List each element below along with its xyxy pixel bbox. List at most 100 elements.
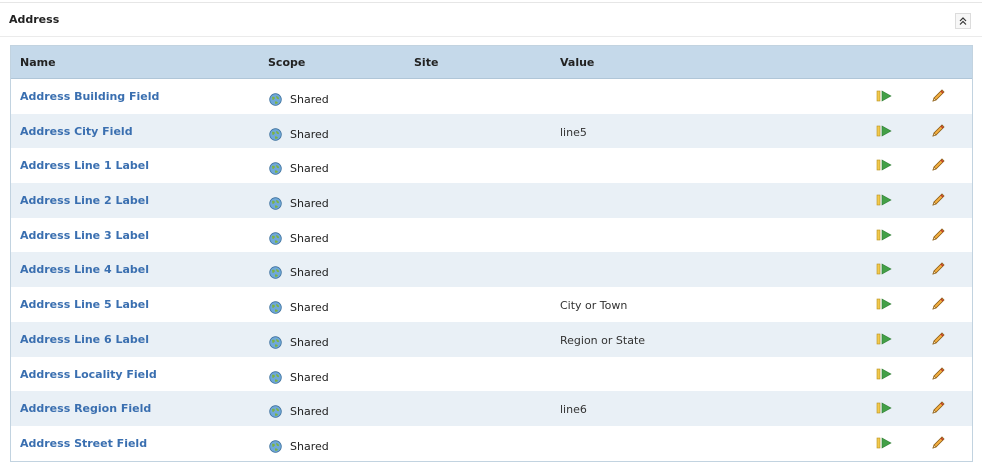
column-header-value[interactable]: Value (560, 56, 594, 69)
scope-cell: Shared (269, 440, 329, 453)
run-button[interactable] (876, 332, 892, 346)
edit-button[interactable] (930, 123, 946, 139)
table-row: Address Line 5 Label Shared City or Town (11, 287, 972, 322)
top-divider (0, 2, 982, 3)
table-body: Address Building Field Shared Address City… (11, 79, 972, 461)
table-row: Address Line 4 Label Shared (11, 252, 972, 288)
scope-cell: Shared (269, 162, 329, 175)
run-icon (876, 90, 892, 102)
table-row: Address City Field Shared line5 (11, 113, 972, 149)
edit-button[interactable] (930, 435, 946, 451)
pencil-icon (932, 436, 945, 449)
setting-name-link[interactable]: Address Street Field (20, 437, 147, 450)
column-header-site[interactable]: Site (414, 56, 438, 69)
scope-cell: Shared (269, 371, 329, 384)
setting-name-link[interactable]: Address Line 6 Label (20, 333, 149, 346)
run-button[interactable] (876, 297, 892, 311)
run-button[interactable] (876, 228, 892, 242)
pencil-icon (932, 158, 945, 172)
run-button[interactable] (876, 262, 892, 276)
value-cell: line5 (560, 125, 587, 139)
value-cell: Region or State (560, 333, 646, 347)
scope-label: Shared (290, 266, 329, 280)
scope-cell: Shared (269, 405, 329, 418)
value-cell: City or Town (560, 299, 628, 313)
run-icon (876, 159, 892, 171)
setting-name-link[interactable]: Address Region Field (20, 402, 151, 415)
setting-name-link[interactable]: Address Line 5 Label (20, 298, 149, 311)
run-icon (876, 333, 892, 345)
table-header: Name Scope Site Value (11, 46, 972, 79)
pencil-icon (932, 262, 945, 276)
run-button[interactable] (876, 193, 892, 207)
setting-name-link[interactable]: Address Line 3 Label (20, 229, 149, 242)
setting-name-link[interactable]: Address Locality Field (20, 368, 157, 381)
scope-cell: Shared (269, 336, 329, 349)
pencil-icon (932, 401, 945, 414)
run-button[interactable] (876, 158, 892, 172)
scope-cell: Shared (269, 301, 329, 314)
edit-button[interactable] (930, 296, 946, 312)
page: Address Name Scope Site Value Address Bu… (0, 0, 982, 469)
scope-label: Shared (290, 439, 329, 453)
scope-label: Shared (290, 335, 329, 349)
scope-label: Shared (290, 93, 329, 106)
run-button[interactable] (876, 367, 892, 381)
run-button[interactable] (876, 89, 892, 103)
pencil-icon (932, 228, 945, 241)
table-row: Address Line 2 Label Shared (11, 183, 972, 218)
pencil-icon (932, 124, 945, 137)
edit-button[interactable] (930, 366, 946, 382)
pencil-icon (932, 366, 945, 380)
column-header-scope[interactable]: Scope (268, 56, 305, 69)
setting-name-link[interactable]: Address Building Field (20, 90, 159, 103)
panel-title: Address (9, 13, 60, 26)
collapse-button[interactable] (955, 13, 971, 29)
globe-icon (269, 440, 282, 453)
run-icon (876, 263, 892, 275)
setting-name-link[interactable]: Address City Field (20, 125, 133, 138)
globe-icon (269, 127, 282, 141)
settings-table: Name Scope Site Value Address Building F… (10, 45, 973, 462)
edit-button[interactable] (930, 261, 946, 277)
run-button[interactable] (876, 436, 892, 450)
double-chevron-up-icon (959, 17, 967, 25)
scope-label: Shared (290, 127, 329, 141)
globe-icon (269, 336, 282, 349)
edit-button[interactable] (930, 157, 946, 173)
table-row: Address Line 3 Label Shared (11, 218, 972, 253)
scope-label: Shared (290, 231, 329, 245)
scope-label: Shared (290, 162, 329, 176)
column-header-name[interactable]: Name (20, 56, 56, 69)
run-button[interactable] (876, 401, 892, 415)
setting-name-link[interactable]: Address Line 1 Label (20, 159, 149, 172)
globe-icon (269, 197, 282, 210)
value-cell: line6 (560, 403, 587, 417)
edit-button[interactable] (930, 88, 946, 104)
globe-icon (269, 162, 282, 176)
edit-button[interactable] (930, 400, 946, 416)
setting-name-link[interactable]: Address Line 2 Label (20, 194, 149, 207)
table-row: Address Region Field Shared line6 (11, 391, 972, 426)
setting-name-link[interactable]: Address Line 4 Label (20, 263, 149, 276)
globe-icon (269, 301, 282, 314)
globe-icon (269, 405, 282, 418)
scope-label: Shared (290, 301, 329, 315)
globe-icon (269, 232, 282, 245)
table-row: Address Street Field Shared (11, 426, 972, 461)
edit-button[interactable] (930, 192, 946, 208)
scope-cell: Shared (269, 128, 329, 141)
run-button[interactable] (876, 124, 892, 138)
run-icon (876, 194, 892, 206)
scope-cell: Shared (269, 232, 329, 245)
run-icon (876, 229, 892, 241)
table-row: Address Building Field Shared (11, 79, 972, 114)
table-row: Address Line 6 Label Shared Region or Stat… (11, 321, 972, 357)
pencil-icon (932, 297, 945, 310)
globe-icon (269, 370, 282, 384)
pencil-icon (932, 89, 945, 102)
edit-button[interactable] (930, 227, 946, 243)
edit-button[interactable] (930, 331, 946, 347)
run-icon (876, 402, 892, 414)
scope-label: Shared (290, 370, 329, 384)
